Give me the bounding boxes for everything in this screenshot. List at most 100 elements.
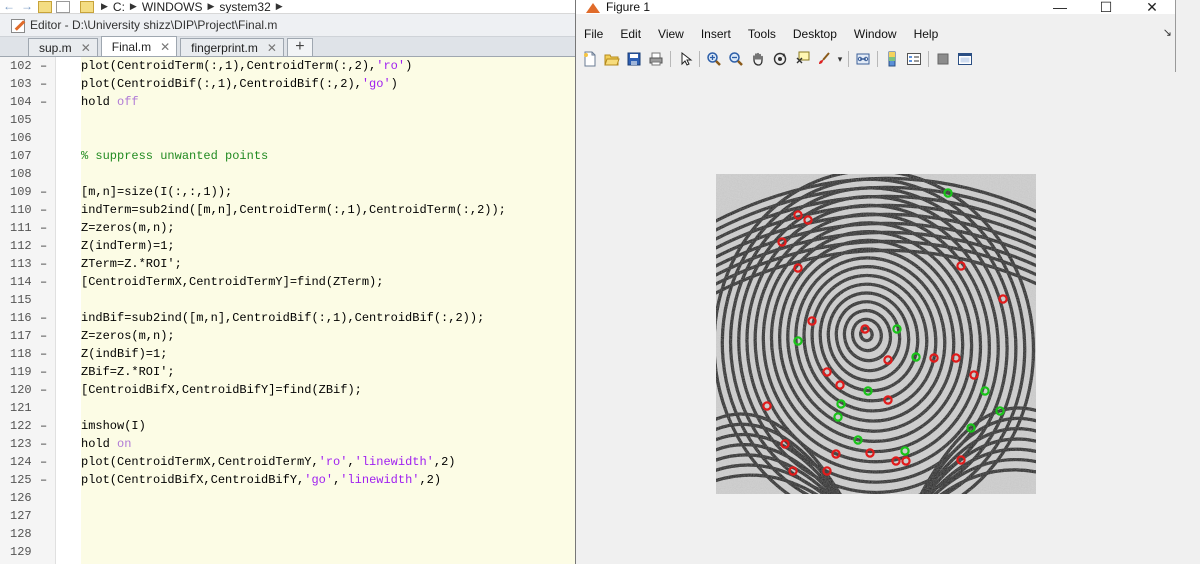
code-line[interactable]: 117– Z=zeros(m,n); <box>0 327 576 345</box>
open-file-icon[interactable] <box>601 49 623 69</box>
add-tab-button[interactable]: + <box>286 38 313 56</box>
code-text: Z=zeros(m,n); <box>81 329 175 343</box>
rotate-3d-icon[interactable] <box>769 49 791 69</box>
pan-hand-icon[interactable] <box>747 49 769 69</box>
executable-line-marker[interactable]: – <box>40 75 47 93</box>
breadcrumb-item[interactable]: C: <box>113 0 125 13</box>
brush-icon[interactable] <box>813 49 835 69</box>
matlab-icon <box>586 1 600 13</box>
code-line[interactable]: 112– Z(indTerm)=1; <box>0 237 576 255</box>
code-line[interactable]: 125– plot(CentroidBifX,CentroidBifY,'go',… <box>0 471 576 489</box>
print-icon[interactable] <box>645 49 667 69</box>
breadcrumb-item[interactable]: system32 <box>219 0 270 13</box>
code-line[interactable]: 104– hold off <box>0 93 576 111</box>
executable-line-marker[interactable]: – <box>40 201 47 219</box>
up-folder-icon[interactable] <box>38 0 52 13</box>
code-line[interactable]: 120– [CentroidBifX,CentroidBifY]=find(ZBi… <box>0 381 576 399</box>
menu-edit[interactable]: Edit <box>612 27 650 41</box>
code-line[interactable]: 115 <box>0 291 576 309</box>
dock-arrow-icon[interactable]: ↘ <box>1163 26 1172 39</box>
code-line[interactable]: 119– ZBif=Z.*ROI'; <box>0 363 576 381</box>
code-line[interactable]: 107 % suppress unwanted points <box>0 147 576 165</box>
code-line[interactable]: 124– plot(CentroidTermX,CentroidTermY,'ro… <box>0 453 576 471</box>
close-icon[interactable]: ✕ <box>160 40 170 54</box>
tab-sup-m[interactable]: sup.m ✕ <box>28 38 98 56</box>
code-line[interactable]: 102– plot(CentroidTerm(:,1),CentroidTerm(… <box>0 57 576 75</box>
code-line[interactable]: 108 <box>0 165 576 183</box>
close-icon[interactable]: ✕ <box>267 41 277 55</box>
close-icon[interactable]: ✕ <box>81 41 91 55</box>
edit-plot-arrow-icon[interactable] <box>674 49 696 69</box>
executable-line-marker[interactable]: – <box>40 273 47 291</box>
line-number: 112 <box>10 239 32 253</box>
tab-final-m[interactable]: Final.m ✕ <box>100 36 178 56</box>
minimize-button[interactable]: — <box>1037 0 1083 14</box>
figure-canvas[interactable] <box>576 72 1176 564</box>
code-line[interactable]: 114– [CentroidTermX,CentroidTermY]=find(Z… <box>0 273 576 291</box>
code-text: hold on <box>81 437 132 451</box>
executable-line-marker[interactable]: – <box>40 309 47 327</box>
code-line[interactable]: 126 <box>0 489 576 507</box>
executable-line-marker[interactable]: – <box>40 183 47 201</box>
save-icon[interactable] <box>623 49 645 69</box>
code-line[interactable]: 129 <box>0 543 576 561</box>
executable-line-marker[interactable]: – <box>40 453 47 471</box>
brush-dropdown-icon[interactable]: ▾ <box>835 49 845 69</box>
executable-line-marker[interactable]: – <box>40 237 47 255</box>
menu-desktop[interactable]: Desktop <box>785 27 846 41</box>
code-editor[interactable]: 102– plot(CentroidTerm(:,1),CentroidTerm(… <box>0 57 576 564</box>
code-line[interactable]: 116– indBif=sub2ind([m,n],CentroidBif(:,1… <box>0 309 576 327</box>
show-plot-tools-icon[interactable] <box>954 49 976 69</box>
insert-colorbar-icon[interactable] <box>881 49 903 69</box>
menu-help[interactable]: Help <box>906 27 948 41</box>
menu-view[interactable]: View <box>650 27 693 41</box>
line-number: 124 <box>10 455 32 469</box>
hide-plot-tools-icon[interactable] <box>932 49 954 69</box>
code-line[interactable]: 106 <box>0 129 576 147</box>
executable-line-marker[interactable]: – <box>40 345 47 363</box>
code-line[interactable]: 110– indTerm=sub2ind([m,n],CentroidTerm(:… <box>0 201 576 219</box>
code-line[interactable]: 103– plot(CentroidBif(:,1),CentroidBif(:,… <box>0 75 576 93</box>
code-line[interactable]: 111– Z=zeros(m,n); <box>0 219 576 237</box>
menu-insert[interactable]: Insert <box>693 27 740 41</box>
zoom-in-icon[interactable] <box>703 49 725 69</box>
menu-tools[interactable]: Tools <box>740 27 785 41</box>
executable-line-marker[interactable]: – <box>40 93 47 111</box>
close-button[interactable]: ✕ <box>1129 0 1175 14</box>
code-line[interactable]: 123– hold on <box>0 435 576 453</box>
code-line[interactable]: 121 <box>0 399 576 417</box>
executable-line-marker[interactable]: – <box>40 327 47 345</box>
executable-line-marker[interactable]: – <box>40 57 47 75</box>
forward-icon[interactable]: → <box>18 0 36 13</box>
code-line[interactable]: 127 <box>0 507 576 525</box>
line-number: 102 <box>10 59 32 73</box>
code-line[interactable]: 118– Z(indBif)=1; <box>0 345 576 363</box>
tab-fingerprint-m[interactable]: fingerprint.m ✕ <box>180 38 284 56</box>
editor-title: Editor - D:\University shizz\DIP\Project… <box>30 18 278 32</box>
insert-legend-icon[interactable] <box>903 49 925 69</box>
code-line[interactable]: 109– [m,n]=size(I(:,:,1)); <box>0 183 576 201</box>
executable-line-marker[interactable]: – <box>40 219 47 237</box>
menu-window[interactable]: Window <box>846 27 906 41</box>
executable-line-marker[interactable]: – <box>40 255 47 273</box>
menu-file[interactable]: File <box>576 27 612 41</box>
executable-line-marker[interactable]: – <box>40 363 47 381</box>
maximize-button[interactable]: ☐ <box>1083 0 1129 14</box>
code-line[interactable]: 122– imshow(I) <box>0 417 576 435</box>
back-icon[interactable]: ← <box>0 0 18 13</box>
link-plot-icon[interactable] <box>852 49 874 69</box>
code-line[interactable]: 128 <box>0 525 576 543</box>
executable-line-marker[interactable]: – <box>40 435 47 453</box>
window-controls: — ☐ ✕ <box>1037 0 1175 14</box>
code-line[interactable]: 113– ZTerm=Z.*ROI'; <box>0 255 576 273</box>
new-figure-icon[interactable] <box>579 49 601 69</box>
executable-line-marker[interactable]: – <box>40 471 47 489</box>
breadcrumb-item[interactable]: WINDOWS <box>142 0 203 13</box>
executable-line-marker[interactable]: – <box>40 381 47 399</box>
toolbar-separator <box>848 51 849 67</box>
executable-line-marker[interactable]: – <box>40 417 47 435</box>
zoom-out-icon[interactable] <box>725 49 747 69</box>
data-cursor-icon[interactable] <box>791 49 813 69</box>
line-number: 119 <box>10 365 32 379</box>
code-line[interactable]: 105 <box>0 111 576 129</box>
